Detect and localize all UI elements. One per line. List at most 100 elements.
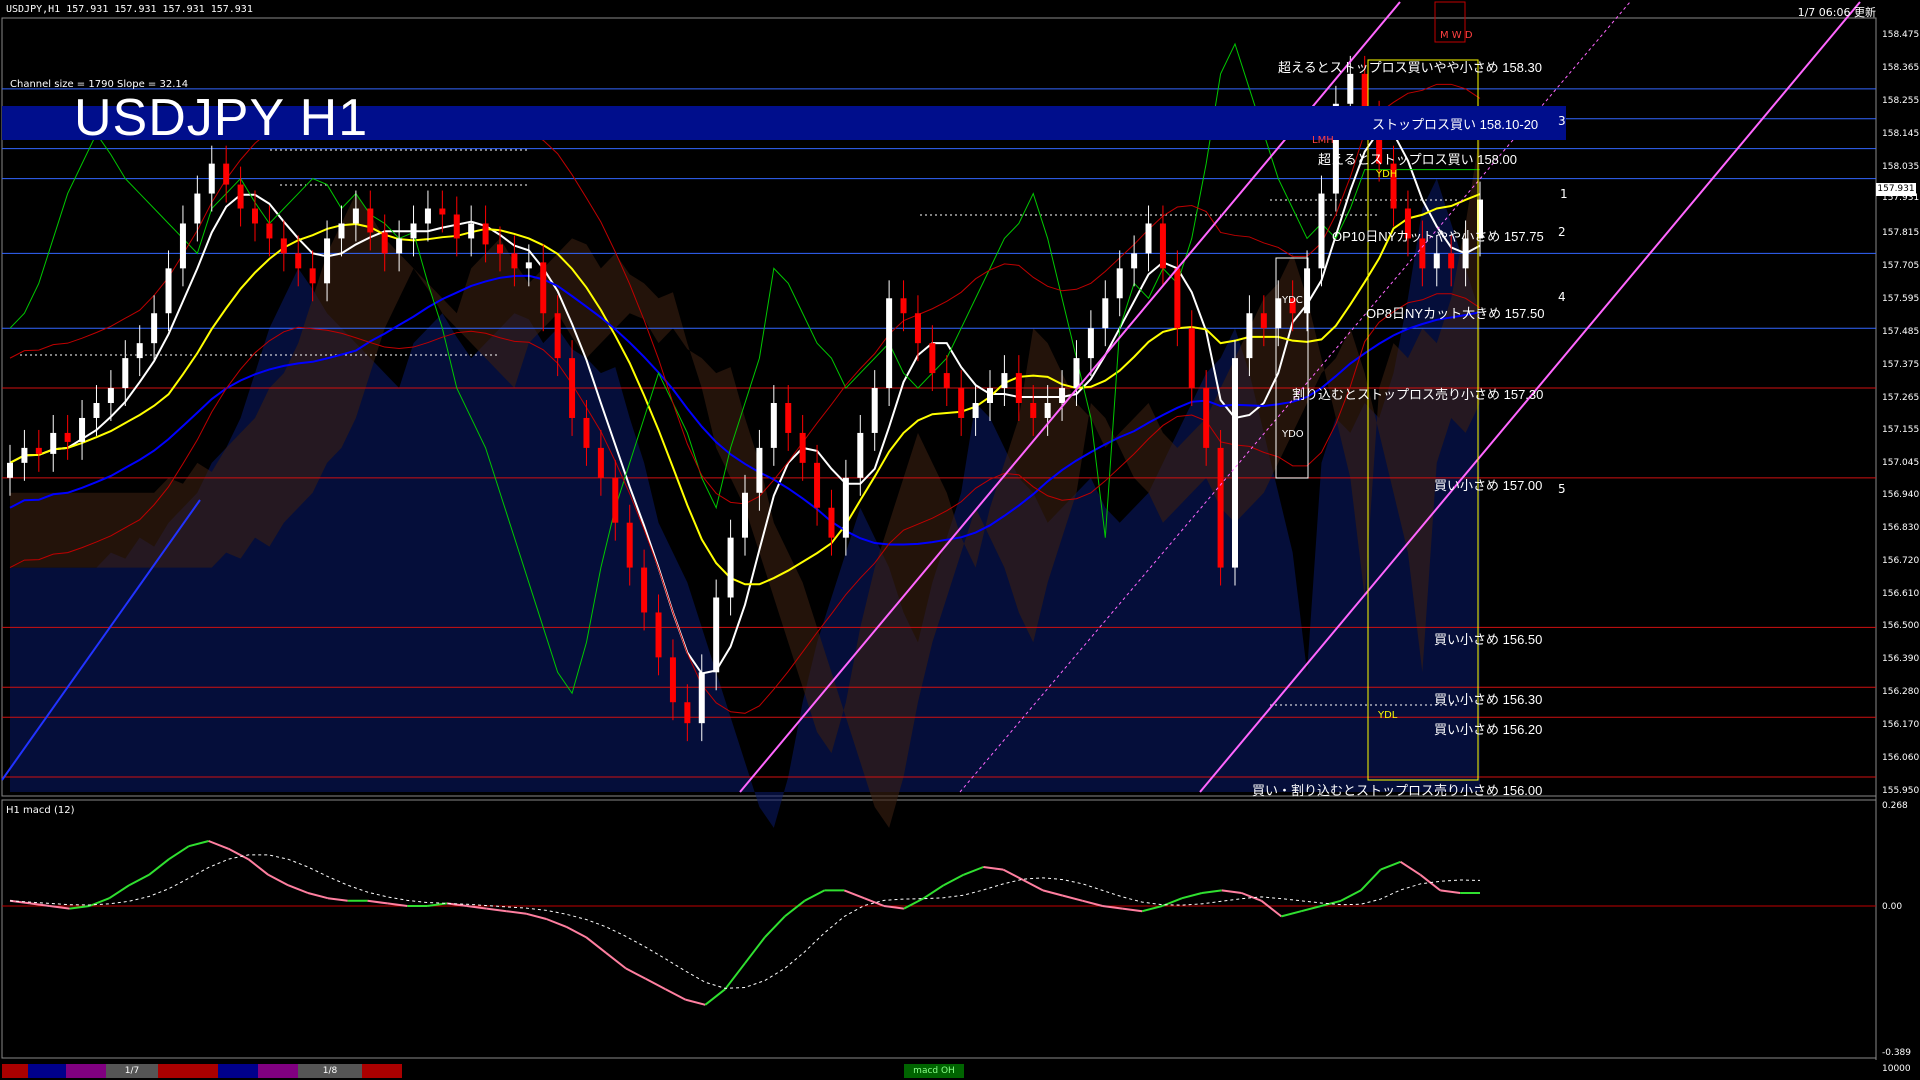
price-tick: 158.365 [1882, 63, 1920, 74]
candle-body [1246, 313, 1253, 359]
channel-info: Channel size = 1790 Slope = 32.14 [10, 79, 189, 90]
candle-body [814, 462, 821, 508]
macd-segment [267, 873, 289, 887]
macd-segment [1440, 889, 1461, 894]
candle-body [136, 343, 143, 359]
candle-body [252, 208, 258, 224]
macd-segment [665, 988, 686, 1001]
annotation-157-30: 割り込むとストップロス売り小さめ 157.30 [1292, 387, 1544, 402]
annotation-156-30: 買い小さめ 156.30 [1434, 692, 1543, 707]
macd-segment [148, 858, 170, 876]
macd-segment [1181, 892, 1203, 900]
candle-body [424, 208, 431, 224]
macd-tab[interactable]: macd OH [904, 1064, 964, 1078]
price-tick: 156.830 [1882, 522, 1920, 533]
macd-segment [1260, 900, 1282, 918]
candle-body [684, 702, 691, 724]
date-1-7[interactable]: 1/7 [106, 1064, 158, 1078]
candle-body [886, 298, 893, 389]
candle-body [266, 223, 273, 239]
annotation-157-00: 買い小さめ 157.00 [1434, 478, 1543, 493]
macd-segment [685, 998, 706, 1006]
annotation-156-20: 買い小さめ 156.20 [1434, 722, 1543, 737]
candle-body [612, 477, 619, 523]
candle-body [410, 223, 417, 239]
macd-segment [1022, 879, 1044, 892]
chart-title: USDJPY H1 [74, 89, 369, 147]
price-chart [1, 1, 1877, 1060]
candle-body [1159, 223, 1166, 269]
candle-body [453, 214, 460, 239]
price-tick: 157.485 [1882, 326, 1920, 337]
annotation-158-00: 超えるとストップロス買い 158.00 [1318, 152, 1517, 167]
macd-segment [804, 889, 825, 902]
candle-body [511, 253, 518, 269]
ydo-label: YDO [1282, 429, 1304, 440]
price-tick: 157.045 [1882, 458, 1920, 469]
candle-body [871, 388, 878, 433]
candle-body [713, 597, 720, 673]
date-1-8[interactable]: 1/8 [298, 1064, 362, 1078]
candle-body [165, 268, 172, 314]
macd-tick-zero: 0.00 [1882, 902, 1903, 912]
candle-body [35, 447, 42, 454]
candle-body [497, 244, 503, 254]
macd-segment [605, 952, 627, 970]
candle-body [987, 388, 993, 404]
macd-segment [545, 918, 567, 928]
macd-panel-border [1, 799, 1877, 1059]
macd-segment [526, 912, 547, 920]
candle-body [338, 223, 345, 239]
macd-segment [89, 897, 110, 907]
candle-body [669, 657, 676, 703]
macd-segment [1082, 899, 1103, 907]
candle-body [237, 184, 244, 209]
date-strip-seg [362, 1064, 402, 1078]
mwd-label: M W D [1440, 30, 1473, 41]
price-tick: 156.500 [1882, 621, 1920, 632]
candle-body [972, 403, 979, 418]
candle-body [7, 462, 13, 478]
candle-body [742, 492, 748, 538]
candle-body [1059, 388, 1066, 404]
lmh-label: LMH [1312, 135, 1334, 146]
macd-tick-bottom: -0.389 [1882, 1048, 1912, 1058]
candle-body [785, 403, 792, 433]
annotation-156-50: 買い小さめ 156.50 [1434, 632, 1543, 647]
candle-body [79, 417, 86, 442]
price-tick: 157.595 [1882, 293, 1920, 304]
candle-body [208, 163, 215, 194]
candle-body [93, 403, 100, 418]
candle-body [1232, 358, 1238, 568]
candle-body [151, 313, 158, 344]
candle-body [1304, 268, 1311, 314]
macd-segment [943, 873, 964, 887]
macd-segment [1380, 860, 1401, 871]
candle-body [540, 262, 547, 314]
candle-body [352, 208, 359, 224]
macd-segment [963, 866, 984, 876]
macd-segment [903, 897, 925, 910]
candle-body [655, 612, 662, 658]
candle-body [50, 432, 57, 454]
candle-body [1030, 403, 1037, 418]
price-tick: 156.720 [1882, 555, 1920, 566]
candle-body [1318, 193, 1325, 269]
macd-segment [1062, 894, 1083, 902]
date-strip-seg [2, 1064, 28, 1078]
candle-body [309, 268, 316, 284]
candle-body [799, 432, 806, 463]
candle-body [439, 208, 446, 215]
macd-segment [843, 889, 865, 900]
candle-body [1087, 328, 1094, 359]
macd-segment [704, 988, 726, 1006]
ydl-label: YDL [1378, 710, 1398, 721]
candle-body [569, 358, 576, 418]
macd-segment [1281, 910, 1302, 918]
candle-body [468, 223, 475, 239]
macd-segment [764, 915, 786, 938]
macd-segment [1002, 868, 1024, 881]
candle-body [1433, 253, 1440, 269]
candle-body [223, 163, 230, 185]
macd-segment [108, 884, 130, 900]
